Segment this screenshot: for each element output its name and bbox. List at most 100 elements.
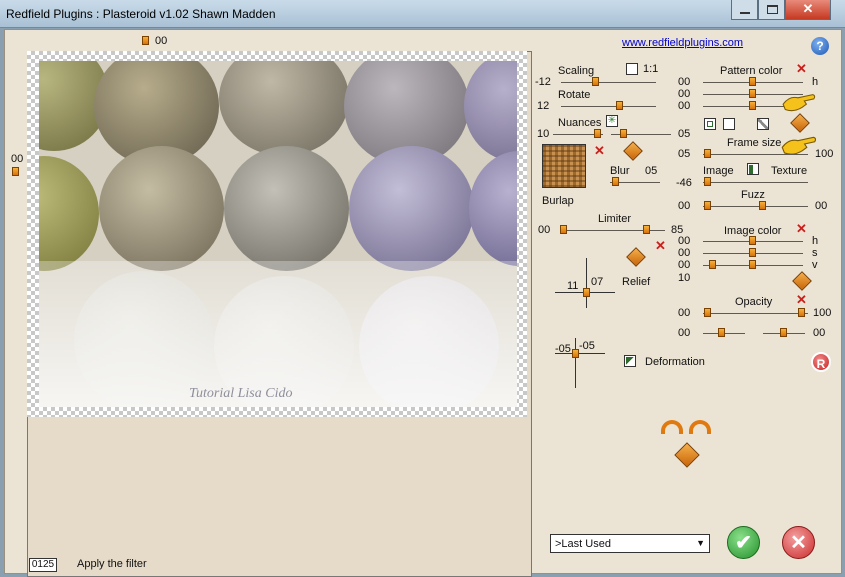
chevron-down-icon: ▼	[696, 538, 705, 548]
image-label: Image	[703, 165, 734, 177]
opacity-row2-right-slider[interactable]	[780, 328, 787, 337]
deformation-crosshair-vertical[interactable]	[575, 338, 576, 388]
ratio-checkbox[interactable]	[626, 63, 638, 75]
opacity-reset-x-icon[interactable]: ✕	[796, 293, 807, 306]
preset-dropdown[interactable]: >Last Used ▼	[550, 534, 710, 553]
relief-crosshair-handle[interactable]	[583, 288, 590, 297]
opacity-slider-left[interactable]	[704, 308, 711, 317]
deformation-checkbox[interactable]	[624, 355, 636, 367]
deformation-y-value: -05	[579, 340, 595, 352]
sphere	[224, 146, 349, 271]
nuances-checkbox[interactable]: ✳	[606, 115, 618, 127]
nuances-slider-right[interactable]	[620, 129, 627, 138]
rotate-label: Rotate	[558, 89, 591, 101]
nuances-value-left: 10	[537, 128, 550, 140]
image-texture-toggle[interactable]	[747, 163, 759, 175]
cancel-button[interactable]: ✕	[782, 526, 815, 559]
deformation-x-value: -05	[555, 343, 571, 355]
image-color-reset-x-icon[interactable]: ✕	[796, 222, 807, 235]
pattern-color-value-v: 00	[678, 100, 691, 112]
scaling-slider[interactable]	[592, 77, 599, 86]
relief-y-value: 07	[591, 276, 604, 288]
scaling-slider-track[interactable]	[561, 82, 656, 83]
frame-option-2-checkbox[interactable]	[723, 118, 735, 130]
relief-label: Relief	[622, 276, 651, 288]
website-link[interactable]: www.redfieldplugins.com	[622, 37, 743, 49]
opacity-track[interactable]	[703, 313, 808, 314]
opacity-row2-right: 00	[813, 327, 826, 339]
redo-arrow-icon[interactable]	[689, 420, 711, 434]
frame-size-label: Frame size	[727, 137, 782, 149]
preview-canvas[interactable]: Tutorial Lisa Cido	[27, 51, 527, 417]
status-value: 0125	[29, 558, 57, 572]
limiter-slider-right[interactable]	[643, 225, 650, 234]
fuzz-track[interactable]	[703, 206, 808, 207]
image-texture-value: -46	[676, 177, 692, 189]
image-color-value-h: 00	[678, 235, 691, 247]
reset-all-button[interactable]: R	[811, 352, 831, 372]
opacity-value-left: 00	[678, 307, 691, 319]
image-texture-track[interactable]	[703, 182, 808, 183]
undo-arrow-icon[interactable]	[661, 420, 683, 434]
fuzz-value-right: 00	[815, 200, 828, 212]
random-all-dice-icon[interactable]	[674, 442, 700, 468]
image-color-v-slider-right[interactable]	[749, 260, 756, 269]
relief-x-value: 11	[567, 280, 579, 292]
rotate-slider-track[interactable]	[561, 106, 656, 107]
close-window-button[interactable]: ✕	[785, 0, 831, 20]
limiter-value-left: 00	[538, 224, 551, 236]
image-color-v-slider-left[interactable]	[709, 260, 716, 269]
scaling-label: Scaling	[558, 65, 595, 77]
image-texture-slider[interactable]	[704, 177, 711, 186]
pattern-color-s-slider[interactable]	[749, 89, 756, 98]
opacity-row2-left-slider[interactable]	[718, 328, 725, 337]
preview-image: Tutorial Lisa Cido	[39, 61, 517, 407]
sphere	[349, 146, 474, 271]
pattern-color-value-h: 00	[678, 76, 691, 88]
maximize-button[interactable]	[758, 0, 785, 20]
preview-horizontal-slider[interactable]	[142, 36, 149, 45]
frame-option-3-checkbox[interactable]	[757, 118, 769, 130]
deformation-crosshair-handle[interactable]	[572, 349, 579, 358]
relief-random-dice-icon[interactable]	[626, 247, 646, 267]
help-button[interactable]: ?	[811, 37, 829, 55]
blur-value: 05	[645, 165, 658, 177]
fuzz-slider-right[interactable]	[759, 201, 766, 210]
opacity-slider-right[interactable]	[798, 308, 805, 317]
preview-vertical-slider[interactable]	[12, 167, 19, 176]
preview-left-value: 00	[11, 153, 24, 165]
image-color-value-s: 00	[678, 247, 691, 259]
image-color-random-dice-icon[interactable]	[792, 271, 812, 291]
limiter-slider-left[interactable]	[560, 225, 567, 234]
frame-size-slider[interactable]	[704, 149, 711, 158]
opacity-value-right: 100	[813, 307, 832, 319]
image-color-s-slider[interactable]	[749, 248, 756, 257]
minimize-button[interactable]	[731, 0, 758, 20]
nuances-slider-left[interactable]	[594, 129, 601, 138]
frame-size-track[interactable]	[703, 154, 808, 155]
rotate-slider[interactable]	[616, 101, 623, 110]
blur-slider[interactable]	[612, 177, 619, 186]
fuzz-value-left: 00	[678, 200, 691, 212]
sphere	[469, 151, 517, 266]
fuzz-slider-left[interactable]	[704, 201, 711, 210]
texture-random-dice-icon[interactable]	[623, 141, 643, 161]
frame-option-1-checkbox[interactable]	[704, 118, 716, 130]
pattern-color-value-s: 00	[678, 88, 691, 100]
pattern-color-h-slider[interactable]	[749, 77, 756, 86]
opacity-row2-left: 00	[678, 327, 691, 339]
sphere	[219, 61, 349, 156]
status-text: Apply the filter	[77, 558, 147, 570]
pattern-color-v-slider[interactable]	[749, 101, 756, 110]
ok-button[interactable]: ✔	[727, 526, 760, 559]
sphere	[39, 156, 99, 271]
texture-reset-x-icon[interactable]: ✕	[594, 144, 605, 157]
pattern-color-label: Pattern color	[720, 65, 783, 77]
deformation-label: Deformation	[645, 356, 705, 368]
relief-reset-x-icon[interactable]: ✕	[655, 239, 666, 252]
plugin-dialog: 00 00 Tutorial Lisa Cido 0125 Apply the …	[4, 29, 842, 577]
image-color-h-slider[interactable]	[749, 236, 756, 245]
pattern-color-reset-x-icon[interactable]: ✕	[796, 62, 807, 75]
relief-crosshair-vertical[interactable]	[586, 258, 587, 308]
texture-name: Burlap	[542, 195, 574, 207]
